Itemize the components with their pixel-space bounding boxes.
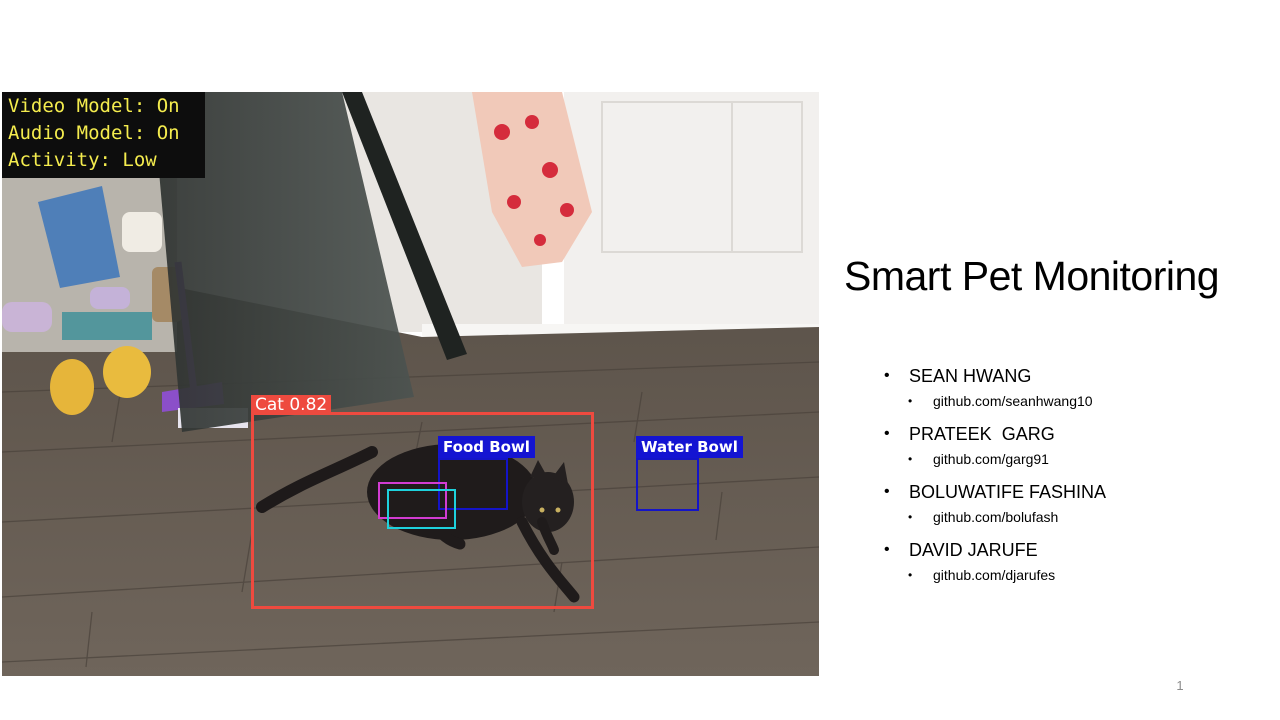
sub-bullet-icon: • [908, 510, 913, 524]
video-model-status: Video Model: On [8, 95, 180, 117]
team-list: • SEAN HWANG • github.com/seanhwang10 • … [882, 362, 1272, 594]
bullet-icon: • [884, 425, 890, 442]
member-name: SEAN HWANG [909, 366, 1032, 386]
member-github-link: github.com/seanhwang10 [933, 393, 1093, 409]
sub-bullet-icon: • [908, 394, 913, 408]
water-bowl-detection-label: Water Bowl [636, 436, 743, 458]
member-name: BOLUWATIFE FASHINA [909, 482, 1107, 502]
activity-status: Activity: Low [8, 149, 157, 171]
team-member: • SEAN HWANG • github.com/seanhwang10 [882, 362, 1272, 412]
member-name: DAVID JARUFE [909, 540, 1038, 560]
bullet-icon: • [884, 541, 890, 558]
slide: Video Model: On Audio Model: On Activity… [0, 0, 1280, 720]
sub-bullet-icon: • [908, 568, 913, 582]
bullet-icon: • [884, 483, 890, 500]
bullet-icon: • [884, 367, 890, 384]
team-member: • BOLUWATIFE FASHINA • github.com/bolufa… [882, 478, 1272, 528]
member-name: PRATEEK GARG [909, 424, 1055, 444]
food-bowl-detection-label: Food Bowl [438, 436, 535, 458]
water-bowl-detection-box [636, 458, 699, 511]
page-number: 1 [1176, 678, 1184, 693]
member-github-link: github.com/bolufash [933, 509, 1059, 525]
member-github-link: github.com/djarufes [933, 567, 1056, 583]
slide-title: Smart Pet Monitoring [844, 253, 1220, 299]
cyan-detection-box [387, 489, 456, 529]
sub-bullet-icon: • [908, 452, 913, 466]
audio-model-status: Audio Model: On [8, 122, 180, 144]
team-member: • DAVID JARUFE • github.com/djarufes [882, 536, 1272, 586]
video-frame: Video Model: On Audio Model: On Activity… [2, 92, 819, 676]
cat-detection-label: Cat 0.82 [251, 395, 332, 415]
member-github-link: github.com/garg91 [933, 451, 1049, 467]
model-status-overlay: Video Model: On Audio Model: On Activity… [2, 92, 205, 178]
team-member: • PRATEEK GARG • github.com/garg91 [882, 420, 1272, 470]
